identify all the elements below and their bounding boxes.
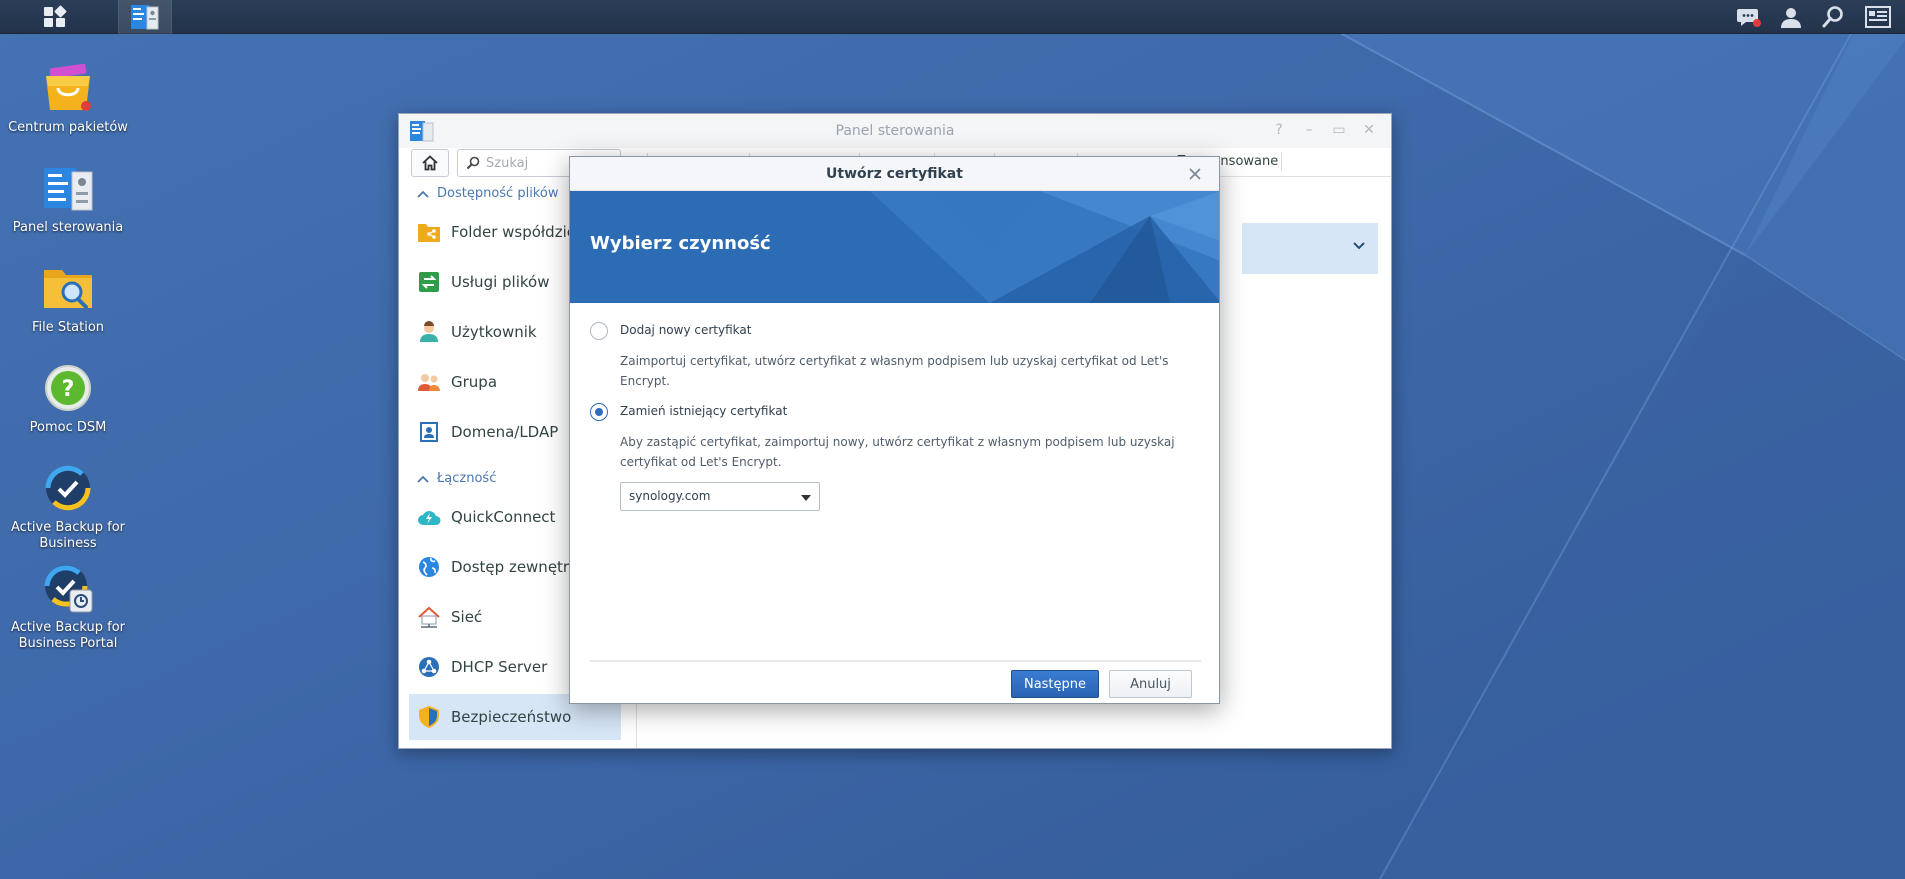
section-header-connectivity[interactable]: Łączność: [417, 471, 496, 486]
active-backup-icon: [45, 465, 91, 511]
desktop-icon-control-panel[interactable]: Panel sterowania: [8, 160, 128, 236]
desktop-icon-active-backup[interactable]: Active Backup for Business: [8, 460, 128, 552]
notifications-button[interactable]: [1729, 0, 1769, 34]
search-button[interactable]: [1813, 0, 1853, 34]
radio-add-new-certificate[interactable]: [590, 322, 608, 340]
section-header-file-sharing[interactable]: Dostępność plików: [417, 186, 558, 201]
network-icon: [417, 605, 441, 629]
shield-icon: [417, 705, 441, 729]
dialog-banner: Wybierz czynność: [570, 191, 1219, 303]
chevron-up-icon: [417, 190, 429, 198]
chevron-up-icon: [417, 475, 429, 483]
help-icon[interactable]: ?: [1269, 122, 1289, 138]
widgets-icon: [1865, 6, 1891, 28]
widgets-button[interactable]: [1858, 0, 1898, 34]
window-title: Panel sterowania: [835, 123, 955, 139]
group-icon: [417, 370, 441, 394]
notifications-icon: [1737, 9, 1761, 27]
shared-folder-icon: [417, 220, 441, 244]
file-services-icon: [417, 270, 441, 294]
globe-icon: [417, 555, 441, 579]
chevron-down-icon: [1353, 242, 1365, 250]
radio-replace-existing-certificate[interactable]: [590, 403, 608, 421]
option-label: Zamień istniejący certyfikat: [620, 404, 788, 418]
control-panel-icon: [131, 5, 159, 30]
user-icon: [417, 320, 441, 344]
desktop-icon-label: File Station: [31, 320, 105, 335]
close-icon[interactable]: ✕: [1359, 122, 1379, 138]
cancel-button[interactable]: Anuluj: [1109, 670, 1192, 698]
control-panel-icon: [409, 120, 435, 146]
certificate-select[interactable]: synology.com: [620, 482, 820, 511]
help-icon: ?: [45, 365, 91, 411]
dialog-close-button[interactable]: [1183, 162, 1207, 186]
dropdown-arrow-icon: [801, 495, 811, 501]
control-panel-icon: [44, 168, 93, 211]
close-icon: [1189, 168, 1201, 180]
dialog-divider: [590, 660, 1201, 662]
desktop: Centrum pakietów Panel sterowania File S…: [0, 0, 1905, 879]
create-certificate-dialog: Utwórz certyfikat Wybierz czynność Dodaj…: [569, 156, 1220, 704]
taskbar-control-panel-button[interactable]: [118, 0, 172, 34]
desktop-icon-label: Active Backup for Business: [10, 520, 125, 551]
main-menu-icon: [44, 5, 67, 27]
certificate-row[interactable]: [1242, 223, 1378, 274]
domain-ldap-icon: [417, 420, 441, 444]
dialog-heading: Wybierz czynność: [590, 233, 771, 254]
dialog-title: Utwórz certyfikat: [826, 166, 963, 182]
certificate-select-value: synology.com: [629, 489, 711, 503]
quickconnect-icon: [417, 505, 441, 529]
package-center-icon: [46, 63, 91, 111]
option-description: Aby zastąpić certyfikat, zaimportuj nowy…: [620, 435, 1175, 469]
dialog-titlebar[interactable]: Utwórz certyfikat: [570, 157, 1219, 191]
desktop-icon-file-station[interactable]: File Station: [8, 260, 128, 336]
maximize-icon[interactable]: ▭: [1329, 122, 1349, 138]
user-icon: [1781, 8, 1801, 28]
taskbar: [0, 0, 1905, 34]
search-icon: [466, 156, 480, 170]
desktop-icon-dsm-help[interactable]: ? Pomoc DSM: [8, 360, 128, 436]
active-backup-portal-icon: [44, 565, 93, 613]
user-button[interactable]: [1771, 0, 1811, 34]
desktop-icon-package-center[interactable]: Centrum pakietów: [8, 60, 128, 136]
desktop-icon-active-backup-portal[interactable]: Active Backup for Business Portal: [8, 560, 128, 652]
desktop-icon-label: Centrum pakietów: [8, 120, 128, 135]
dhcp-server-icon: [417, 655, 441, 679]
search-icon: [1822, 6, 1843, 28]
desktop-icon-label: Panel sterowania: [12, 220, 124, 235]
control-panel-titlebar[interactable]: Panel sterowania ? – ▭ ✕: [399, 114, 1391, 148]
next-button[interactable]: Następne: [1011, 670, 1099, 698]
home-button[interactable]: [411, 149, 449, 177]
search-placeholder: Szukaj: [486, 155, 529, 171]
main-menu-button[interactable]: [34, 0, 76, 34]
desktop-icon-label: Pomoc DSM: [29, 420, 107, 435]
file-station-icon: [44, 270, 92, 309]
option-label: Dodaj nowy certyfikat: [620, 323, 752, 337]
option-description: Zaimportuj certyfikat, utwórz certyfikat…: [620, 354, 1169, 388]
desktop-icon-label: Active Backup for Business Portal: [10, 620, 125, 651]
home-icon: [422, 155, 438, 171]
minimize-icon[interactable]: –: [1299, 122, 1319, 138]
svg-text:?: ?: [62, 377, 75, 402]
